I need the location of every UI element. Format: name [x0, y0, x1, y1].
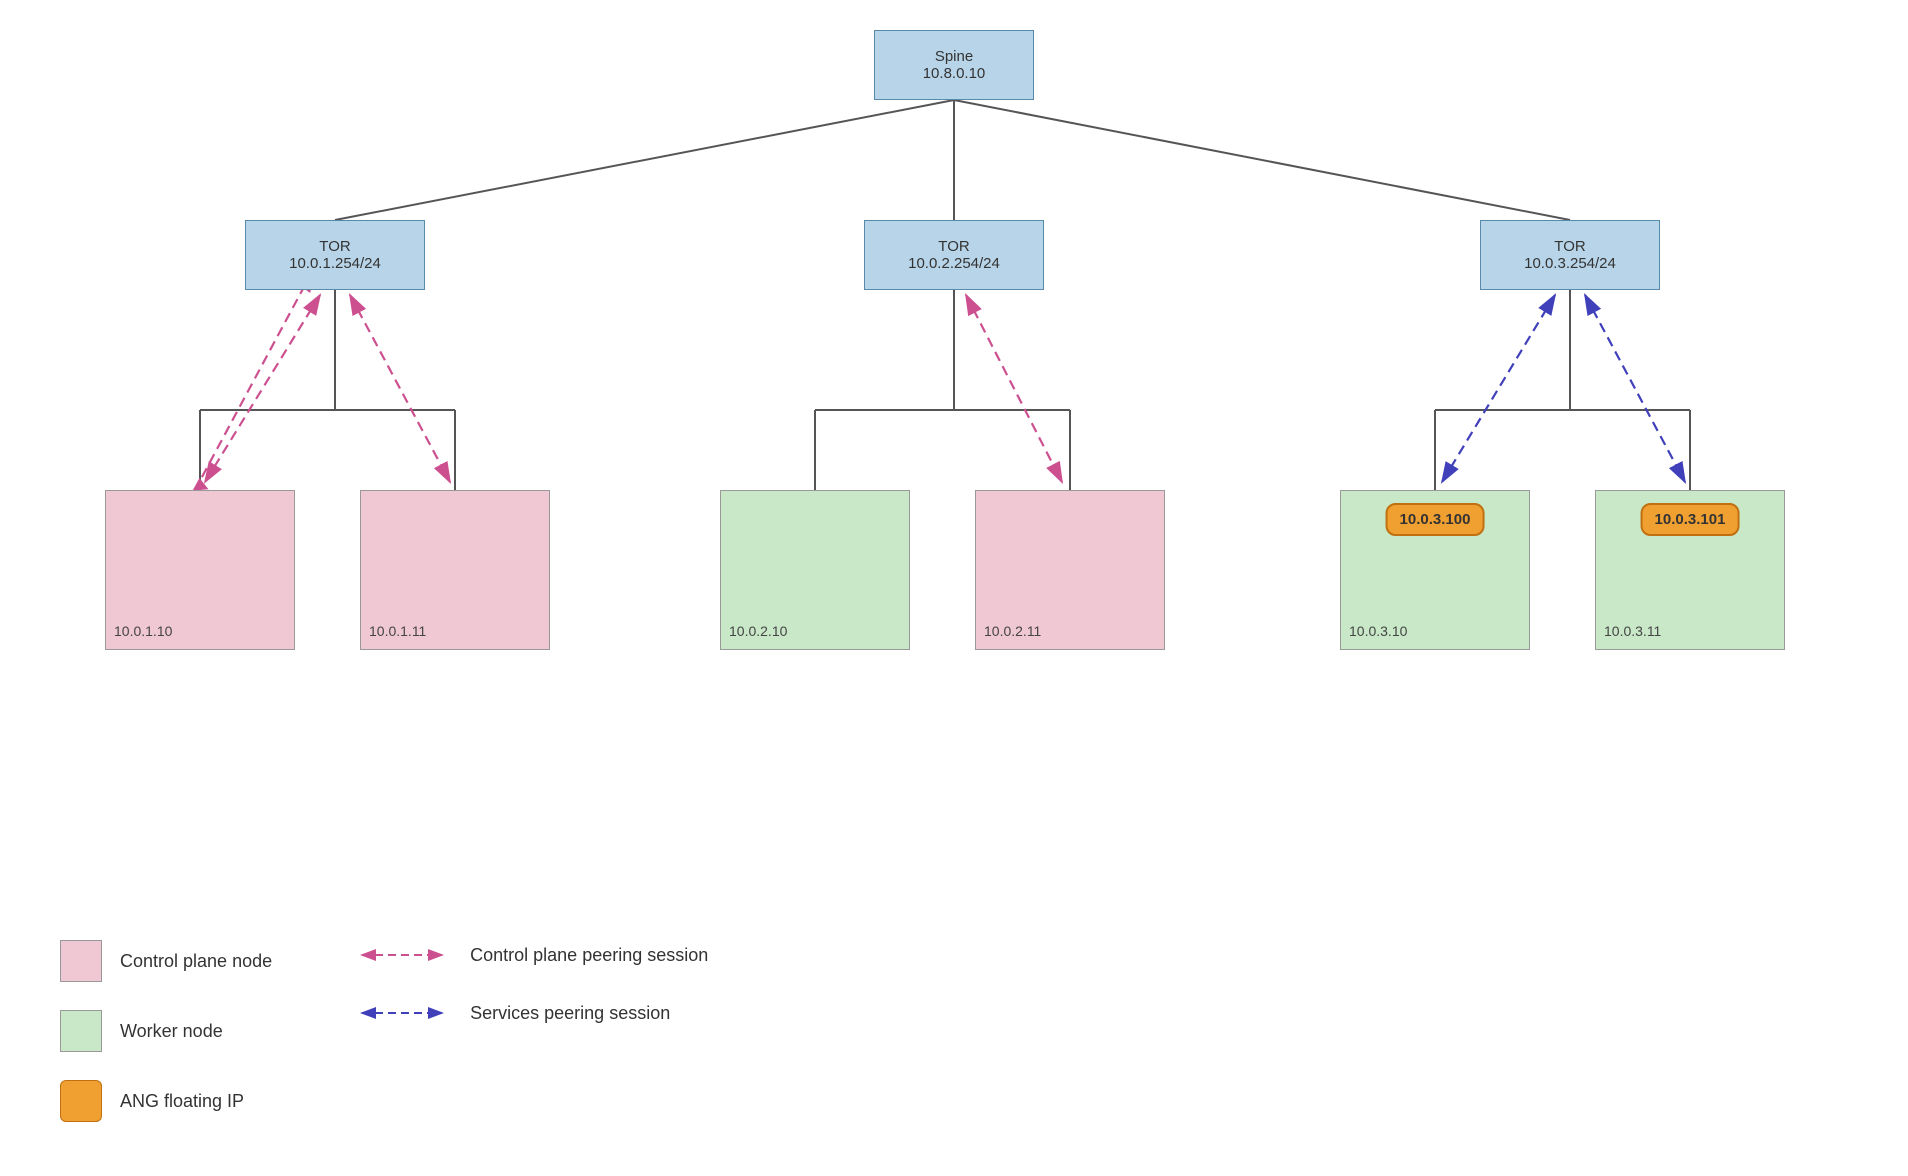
server-s6-ip: 10.0.3.11	[1604, 623, 1661, 639]
tor2-label: TOR	[938, 238, 969, 255]
legend-worker: Worker node	[60, 1010, 272, 1052]
legend: Control plane node Worker node ANG float…	[60, 940, 708, 1122]
tor2-ip: 10.0.2.254/24	[908, 255, 1000, 272]
server-s2: 10.0.1.11	[360, 490, 550, 650]
legend-worker-box	[60, 1010, 102, 1052]
tor3-label: TOR	[1554, 238, 1585, 255]
tor1-ip: 10.0.1.254/24	[289, 255, 381, 272]
server-s4: 10.0.2.11	[975, 490, 1165, 650]
server-s6: 10.0.3.101 10.0.3.11	[1595, 490, 1785, 650]
server-s3: 10.0.2.10	[720, 490, 910, 650]
server-s1-ip: 10.0.1.10	[114, 623, 172, 639]
spine-ip: 10.8.0.10	[923, 65, 986, 82]
legend-color-col: Control plane node Worker node ANG float…	[60, 940, 272, 1122]
legend-cp-peering-label: Control plane peering session	[470, 945, 708, 966]
floating-ip-s5: 10.0.3.100	[1386, 503, 1485, 536]
server-s1: 10.0.1.10	[105, 490, 295, 650]
server-s5-ip: 10.0.3.10	[1349, 623, 1407, 639]
legend-cp-box	[60, 940, 102, 982]
legend-services-peering: Services peering session	[352, 998, 708, 1028]
server-s2-ip: 10.0.1.11	[369, 623, 426, 639]
legend-services-peering-label: Services peering session	[470, 1003, 670, 1024]
diagram-svg	[0, 0, 1908, 900]
legend-arrow-col: Control plane peering session Services p…	[352, 940, 708, 1122]
legend-cp-label: Control plane node	[120, 951, 272, 972]
tor3-ip: 10.0.3.254/24	[1524, 255, 1616, 272]
legend-worker-label: Worker node	[120, 1021, 223, 1042]
legend-cp: Control plane node	[60, 940, 272, 982]
server-s4-ip: 10.0.2.11	[984, 623, 1041, 639]
legend-floating-ip-box	[60, 1080, 102, 1122]
tor3-node: TOR 10.0.3.254/24	[1480, 220, 1660, 290]
server-s5: 10.0.3.100 10.0.3.10	[1340, 490, 1530, 650]
legend-cp-peering-arrow	[352, 940, 452, 970]
floating-ip-s6: 10.0.3.101	[1641, 503, 1740, 536]
spine-node: Spine 10.8.0.10	[874, 30, 1034, 100]
tor1-label: TOR	[319, 238, 350, 255]
legend-services-peering-arrow	[352, 998, 452, 1028]
server-s3-ip: 10.0.2.10	[729, 623, 787, 639]
tor1-node: TOR 10.0.1.254/24	[245, 220, 425, 290]
legend-cp-peering: Control plane peering session	[352, 940, 708, 970]
legend-floating-ip: ANG floating IP	[60, 1080, 272, 1122]
tor2-node: TOR 10.0.2.254/24	[864, 220, 1044, 290]
legend-floating-ip-label: ANG floating IP	[120, 1091, 244, 1112]
spine-label: Spine	[935, 48, 973, 65]
network-diagram: Spine 10.8.0.10 TOR 10.0.1.254/24 TOR 10…	[0, 0, 1908, 900]
